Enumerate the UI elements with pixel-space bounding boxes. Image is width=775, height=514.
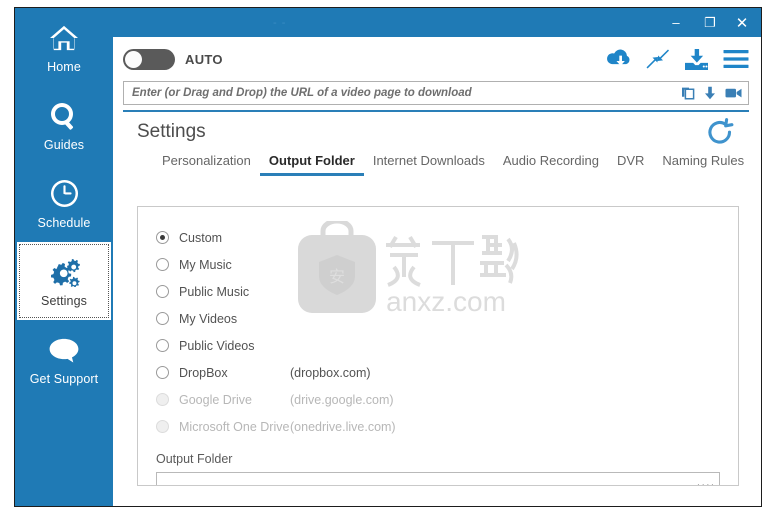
radio-indicator (156, 258, 169, 271)
settings-tabs: Personalization Output Folder Internet D… (113, 143, 761, 176)
gears-icon (48, 255, 80, 289)
toggle-knob (125, 50, 142, 68)
radio-option-my-music[interactable]: My Music (156, 251, 738, 278)
window-title: - - (273, 17, 287, 29)
tab-dvr[interactable]: DVR (608, 153, 653, 176)
clock-icon (50, 177, 79, 211)
search-icon (49, 99, 79, 133)
sidebar-item-schedule[interactable]: Schedule (15, 164, 113, 242)
paste-clipboard-icon[interactable] (681, 86, 695, 100)
radio-indicator (156, 231, 169, 244)
sidebar-item-label: Get Support (29, 371, 99, 386)
sidebar-item-label: Guides (43, 137, 85, 152)
sidebar-item-get-support[interactable]: Get Support (15, 320, 113, 398)
radio-label: Google Drive (179, 392, 252, 407)
main-area: - - – ❐ ✕ AUTO Enter (or Drag and Drop) … (113, 8, 761, 506)
sidebar-item-guides[interactable]: Guides (15, 86, 113, 164)
url-bar-wrapper (113, 81, 761, 105)
radio-label: DropBox (179, 365, 228, 380)
radio-label: Public Music (179, 284, 250, 299)
radio-indicator (156, 393, 169, 406)
sidebar-item-label: Schedule (37, 215, 91, 230)
radio-indicator (156, 420, 169, 433)
maximize-button[interactable]: ❐ (693, 8, 727, 37)
output-folder-caption: Output Folder (156, 452, 233, 466)
auto-mode-toggle[interactable] (123, 48, 175, 70)
radio-option-custom[interactable]: Custom (156, 224, 738, 251)
radio-indicator (156, 366, 169, 379)
url-bar-icon-group (675, 86, 742, 100)
application-window: Home Guides Schedule Settings Get Suppor… (14, 7, 762, 507)
radio-indicator (156, 339, 169, 352)
home-icon (49, 21, 79, 55)
tab-naming-rules[interactable]: Naming Rules (653, 153, 753, 176)
output-folder-panel: 安 anxz.com Custom My Music Public Music … (137, 206, 739, 486)
radio-label: Microsoft One Drive (179, 419, 290, 434)
collapse-arrows-icon[interactable] (646, 48, 670, 70)
radio-label: My Music (179, 257, 232, 272)
sidebar-navigation: Home Guides Schedule Settings Get Suppor… (15, 8, 113, 506)
output-folder-section: Output Folder ···· (138, 440, 738, 486)
sidebar-item-settings[interactable]: Settings (17, 242, 111, 320)
radio-option-microsoft-one-drive: Microsoft One Drive (onedrive.live.com) (156, 413, 738, 440)
output-destination-radio-group: Custom My Music Public Music My Videos P… (138, 207, 738, 440)
radio-option-public-videos[interactable]: Public Videos (156, 332, 738, 359)
radio-note: (drive.google.com) (290, 392, 394, 407)
toolbar-icon-group (606, 48, 749, 71)
minimize-button[interactable]: – (659, 8, 693, 37)
radio-label: Custom (179, 230, 223, 245)
download-arrow-icon[interactable] (704, 86, 716, 100)
sidebar-item-label: Settings (41, 293, 87, 308)
output-folder-field: ···· (156, 472, 720, 486)
reset-refresh-icon[interactable] (705, 117, 735, 152)
tab-output-folder[interactable]: Output Folder (259, 153, 364, 176)
page-title: Settings (137, 121, 206, 142)
radio-note: (onedrive.live.com) (290, 419, 396, 434)
chat-bubble-icon (48, 333, 80, 367)
radio-note: (dropbox.com) (290, 365, 371, 380)
radio-option-dropbox[interactable]: DropBox (dropbox.com) (156, 359, 738, 386)
sidebar-item-home[interactable]: Home (15, 8, 113, 86)
top-toolbar: AUTO (113, 37, 761, 81)
tab-internet-downloads[interactable]: Internet Downloads (364, 153, 494, 176)
radio-option-google-drive: Google Drive (drive.google.com) (156, 386, 738, 413)
close-button[interactable]: ✕ (727, 8, 761, 37)
settings-header: Settings (113, 112, 761, 144)
radio-label: Public Videos (179, 338, 255, 353)
video-camera-icon[interactable] (725, 87, 742, 99)
hamburger-menu-icon[interactable] (723, 49, 749, 69)
radio-label: My Videos (179, 311, 238, 326)
auto-mode-label: AUTO (185, 51, 223, 67)
url-bar (123, 81, 749, 105)
cloud-download-icon[interactable] (606, 48, 633, 70)
tab-audio-recording[interactable]: Audio Recording (494, 153, 608, 176)
browse-button[interactable]: ···· (693, 479, 719, 486)
title-bar: - - – ❐ ✕ (113, 8, 761, 37)
radio-indicator (156, 285, 169, 298)
download-to-tray-icon[interactable] (683, 48, 710, 71)
sidebar-item-label: Home (47, 59, 81, 74)
radio-option-my-videos[interactable]: My Videos (156, 305, 738, 332)
radio-indicator (156, 312, 169, 325)
url-input[interactable] (132, 87, 675, 99)
tab-personalization[interactable]: Personalization (153, 153, 260, 176)
radio-option-public-music[interactable]: Public Music (156, 278, 738, 305)
output-folder-input[interactable] (157, 473, 693, 485)
